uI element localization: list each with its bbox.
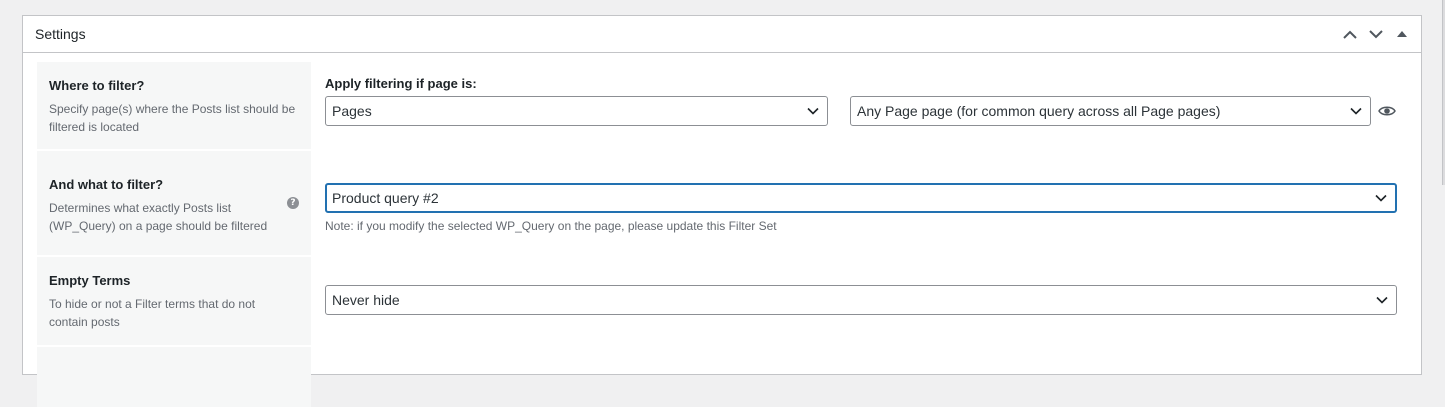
wp-query-select-value: Product query #2 (332, 190, 439, 206)
move-up-button[interactable] (1337, 16, 1363, 52)
apply-filtering-label: Apply filtering if page is: (325, 76, 477, 91)
page-scrollbar[interactable] (1441, 0, 1445, 364)
settings-postbox: Settings Where to filter? Specify page(s… (22, 15, 1422, 407)
triangle-up-icon (1397, 31, 1407, 37)
chevron-down-icon (1369, 29, 1383, 38)
what-to-filter-description: Determines what exactly Posts list (WP_Q… (49, 201, 268, 233)
where-to-filter-label-cell: Where to filter? Specify page(s) where t… (37, 62, 311, 149)
page-type-select-value: Pages (332, 103, 372, 119)
wp-query-select[interactable]: Product query #2 (325, 183, 1397, 213)
help-icon[interactable]: ? (287, 197, 299, 209)
what-to-filter-title: And what to filter? (49, 177, 164, 192)
toggle-panel-button[interactable] (1389, 16, 1415, 52)
where-to-filter-title: Where to filter? (49, 78, 145, 93)
where-to-filter-description: Specify page(s) where the Posts list sho… (49, 102, 296, 134)
page-type-select[interactable]: Pages (325, 96, 828, 126)
move-down-button[interactable] (1363, 16, 1389, 52)
empty-terms-label-cell: Empty Terms To hide or not a Filter term… (37, 257, 311, 345)
empty-terms-description: To hide or not a Filter terms that do no… (49, 297, 256, 329)
empty-terms-select-value: Never hide (332, 292, 400, 308)
page-select-value: Any Page page (for common query across a… (857, 103, 1221, 119)
postbox-header: Settings (23, 16, 1421, 53)
chevron-down-icon (807, 107, 819, 115)
chevron-down-icon (1350, 107, 1362, 115)
postbox-handle-actions (1337, 16, 1421, 52)
empty-terms-select[interactable]: Never hide (325, 285, 1397, 315)
page-select[interactable]: Any Page page (for common query across a… (850, 96, 1371, 126)
chevron-down-icon (1375, 194, 1387, 202)
postbox-title: Settings (35, 26, 86, 42)
wp-query-note: Note: if you modify the selected WP_Quer… (325, 219, 777, 233)
chevron-down-icon (1376, 296, 1388, 304)
what-to-filter-label-cell: And what to filter? Determines what exac… (37, 151, 311, 255)
next-row-label-cell (37, 347, 311, 407)
empty-terms-title: Empty Terms (49, 273, 131, 288)
eye-icon[interactable] (1378, 105, 1396, 117)
chevron-up-icon (1343, 30, 1357, 39)
